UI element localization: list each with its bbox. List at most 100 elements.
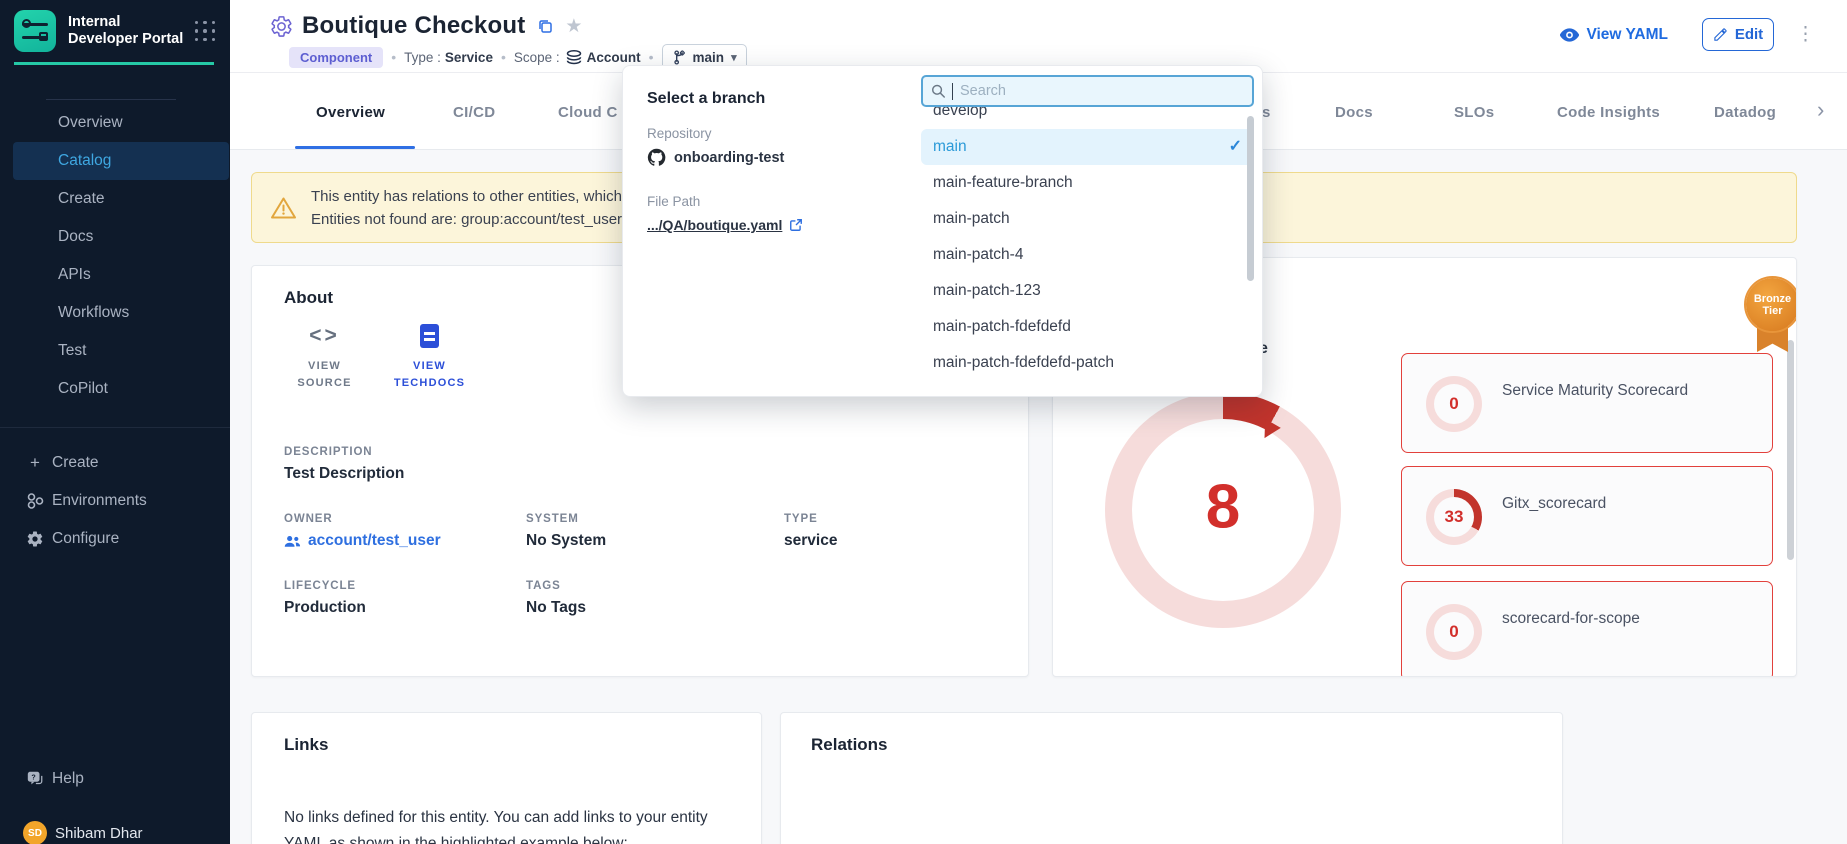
branch-option[interactable]: main-patch-4 [921,237,1254,273]
branch-option[interactable]: main-patch-fdefdefd-patch [921,345,1254,381]
search-icon [931,83,946,99]
sidebar-item-create[interactable]: Create [0,180,230,218]
sidebar-item-create-entity[interactable]: + Create [0,444,230,482]
system-value: No System [526,532,784,550]
sidebar-section-divider [0,427,230,428]
scorecard-item[interactable]: 0 scorecard-for-scope [1401,581,1773,677]
copy-icon[interactable] [537,18,553,34]
tabs-overflow-chevron-icon[interactable]: › [1817,97,1824,123]
scorecard-label: Service Maturity Scorecard [1502,382,1688,400]
account-stack-icon [566,50,582,65]
sidebar-item-catalog[interactable]: Catalog [13,142,229,180]
sidebar-item-test[interactable]: Test [0,332,230,370]
users-icon [284,535,301,548]
avatar: SD [23,821,47,844]
favorite-star-icon[interactable]: ★ [565,15,582,38]
page: Internal Developer Portal Overview Catal… [0,0,1847,844]
entity-header: Boutique Checkout ★ Component • Type : S… [230,0,1847,73]
branch-list: develop main ✓ main-feature-branch main-… [921,93,1254,390]
sidebar-secondary-nav: + Create Environments Configure [0,444,230,558]
scorecard-donut: 0 [1426,604,1482,660]
dot-separator: • [391,49,396,65]
sidebar-item-configure[interactable]: Configure [0,520,230,558]
dot-separator: • [501,49,506,65]
branch-search-input[interactable] [960,83,1244,99]
type-label: Type : [404,50,441,65]
branch-list-scrollbar[interactable] [1247,116,1254,281]
apps-grid-icon[interactable] [194,20,216,42]
view-yaml-button[interactable]: View YAML [1560,26,1668,44]
eye-icon [1560,28,1579,42]
tab-docs[interactable]: Docs [1335,104,1373,121]
system-label: SYSTEM [526,513,784,525]
tab-fragment[interactable]: s [1262,104,1271,121]
tab-datadog[interactable]: Datadog [1714,104,1776,121]
nav-divider [46,99,176,100]
environments-icon [26,492,44,510]
banner-line1: This entity has relations to other entit… [311,185,622,208]
tab-cicd[interactable]: CI/CD [453,104,495,121]
branch-dropdown: Select a branch Repository onboarding-te… [622,65,1263,397]
sidebar-item-copilot[interactable]: CoPilot [0,370,230,408]
about-title: About [284,288,333,308]
links-card: Links No links defined for this entity. … [251,712,762,844]
repository-label: Repository [647,126,712,141]
type-field-value: service [784,532,996,550]
sidebar-nav: Overview Catalog Create Docs APIs Workfl… [0,104,230,408]
branch-option-selected[interactable]: main ✓ [921,129,1254,165]
branch-option[interactable]: main-patch-123 [921,273,1254,309]
repository-name: onboarding-test [674,150,784,166]
github-icon [647,148,666,167]
lifecycle-label: LIFECYCLE [284,580,526,592]
branch-dropdown-title: Select a branch [647,90,765,108]
scorecard-item[interactable]: 0 Service Maturity Scorecard [1401,353,1773,453]
help-button[interactable]: ? Help [0,760,230,798]
user-menu[interactable]: SD Shibam Dhar [0,814,230,844]
branch-name: main [693,50,725,65]
owner-link[interactable]: account/test_user [284,532,526,550]
branch-option[interactable]: main-patch-fdefdefd [921,309,1254,345]
sidebar-header: Internal Developer Portal [0,0,230,62]
tab-overview[interactable]: Overview [316,104,385,121]
view-source-button[interactable]: <> VIEW SOURCE [272,324,377,392]
tab-slos[interactable]: SLOs [1454,104,1494,121]
description-label: DESCRIPTION [284,446,526,458]
view-techdocs-button[interactable]: VIEW TECHDOCS [377,324,482,392]
app-logo [14,10,56,52]
more-options-icon[interactable]: ⋮ [1796,23,1815,46]
sidebar-item-apis[interactable]: APIs [0,256,230,294]
scorecard-score: 0 [1426,394,1482,414]
scorecard-label: scorecard-for-scope [1502,610,1640,628]
file-path-link[interactable]: .../QA/boutique.yaml [647,217,803,233]
branch-option[interactable]: main-patch [921,201,1254,237]
sidebar-item-workflows[interactable]: Workflows [0,294,230,332]
relations-card: Relations [780,712,1563,844]
scorecard-donut: 33 [1426,489,1482,545]
scorecards-scrollbar[interactable] [1787,340,1794,560]
tab-cloud-costs[interactable]: Cloud C [558,104,618,121]
sidebar-item-overview[interactable]: Overview [0,104,230,142]
pencil-icon [1713,27,1728,42]
file-path-label: File Path [647,194,700,209]
overall-score-donut: 8 [1105,392,1341,628]
kind-chip: Component [289,47,383,68]
page-title: Boutique Checkout [302,12,525,40]
tab-code-insights[interactable]: Code Insights [1557,104,1660,121]
sidebar: Internal Developer Portal Overview Catal… [0,0,230,844]
gear-icon [26,530,44,548]
badge-label: Bronze Tier [1746,278,1797,331]
branch-option[interactable]: main-feature-branch [921,165,1254,201]
text-caret [952,83,954,100]
edit-button[interactable]: Edit [1702,18,1774,51]
scorecard-item[interactable]: 33 Gitx_scorecard [1401,466,1773,566]
code-icon: <> [309,324,340,348]
sidebar-item-docs[interactable]: Docs [0,218,230,256]
sidebar-item-environments[interactable]: Environments [0,482,230,520]
description-value: Test Description [284,465,526,483]
active-tab-underline [295,146,415,149]
branch-icon [672,50,687,65]
type-field-label: TYPE [784,513,996,525]
branch-search[interactable] [921,75,1254,107]
scope-value: Account [587,50,641,65]
repository-name-row: onboarding-test [647,148,784,167]
